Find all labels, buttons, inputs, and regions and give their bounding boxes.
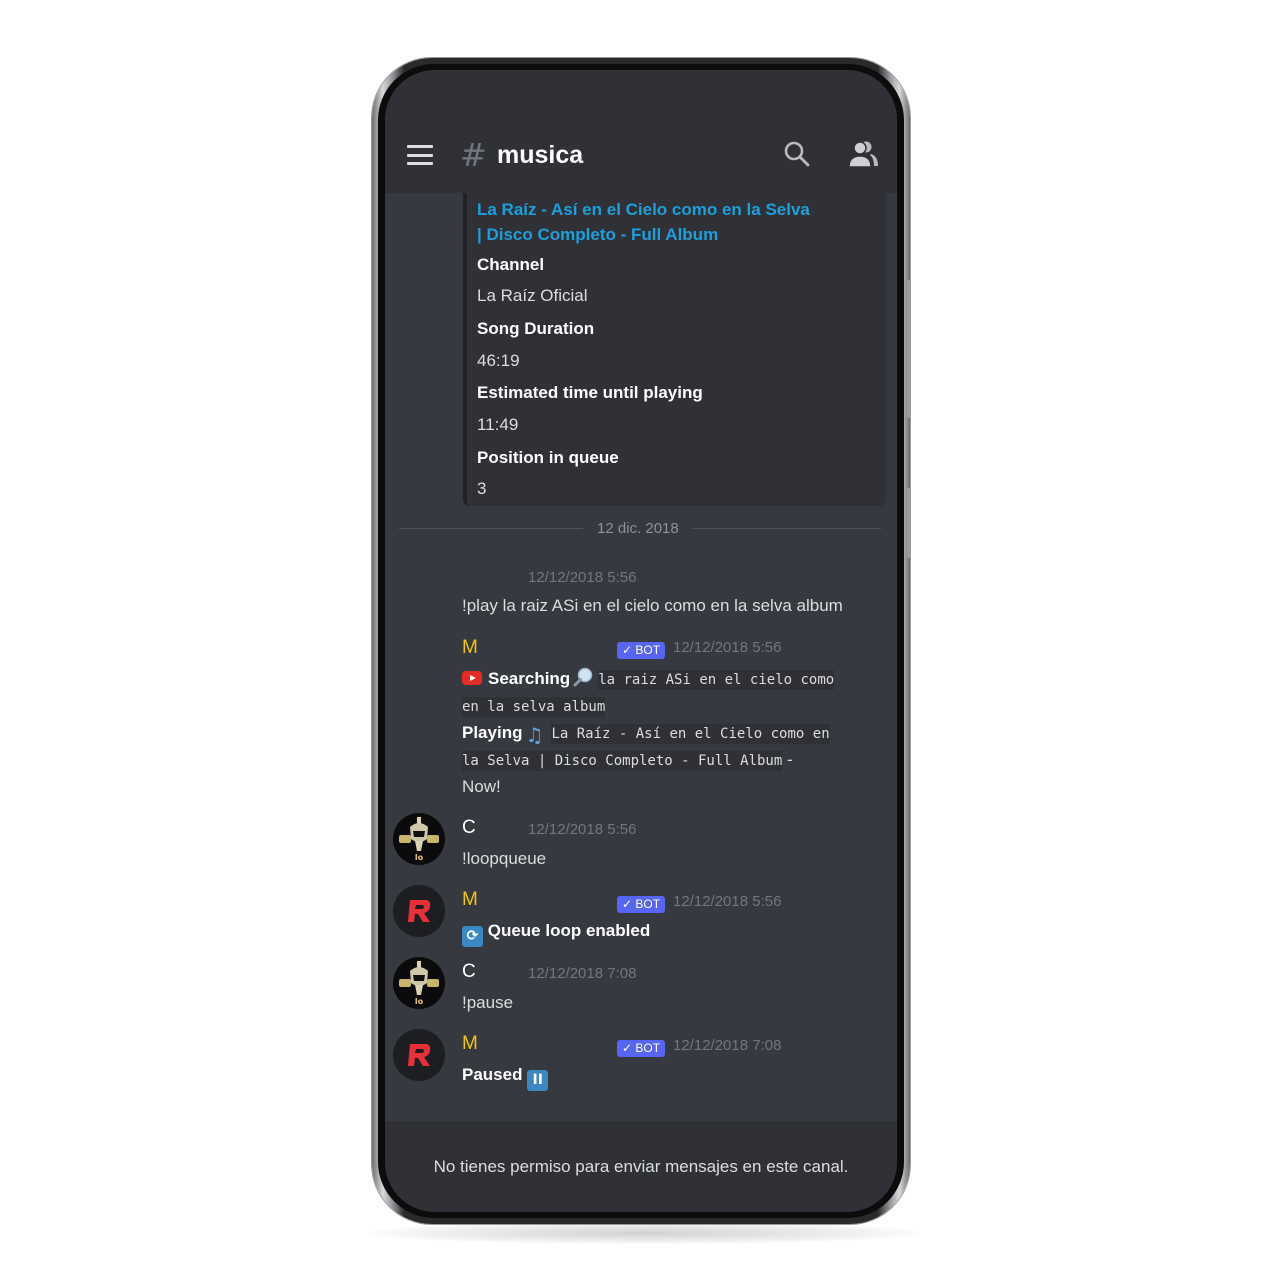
bot-tag: ✓ BOT — [617, 1040, 666, 1057]
author-name[interactable]: M — [462, 1033, 478, 1055]
bot-tag: ✓ BOT — [617, 896, 666, 913]
searching-line-2: en la selva album — [462, 692, 872, 721]
message-timestamp: 12/12/2018 5:56 — [673, 893, 782, 910]
now-label: Now! — [462, 777, 501, 796]
song-embed: La Raíz - Así en el Cielo como en la Sel… — [463, 193, 886, 506]
now-line: Now! — [462, 773, 872, 800]
playing-title-code: La Raíz - Así en el Cielo como en — [551, 724, 830, 744]
channel-header: # musica — [385, 70, 897, 193]
field-value-position: 3 — [477, 479, 487, 498]
message-text: Queue loop enabled — [487, 921, 651, 940]
embed-title-line1[interactable]: La Raíz - Así en el Cielo como en la Sel… — [477, 197, 817, 222]
message-text-line: Paused II — [462, 1064, 549, 1091]
date-divider-label: 12 dic. 2018 — [583, 519, 693, 538]
musical-notes-icon: ♫ — [525, 723, 544, 747]
pause-icon: II — [527, 1070, 549, 1091]
no-permission-notice: No tienes permiso para enviar mensajes e… — [433, 1157, 849, 1176]
searching-line: Searching la raiz ASi en el cielo como — [462, 665, 872, 694]
svg-text:lo: lo — [415, 853, 424, 862]
search-query-code: la raiz ASi en el cielo como — [598, 670, 835, 690]
avatar-bot-m[interactable] — [393, 1029, 445, 1081]
author-name[interactable]: M — [462, 889, 478, 911]
message-list[interactable]: La Raíz - Así en el Cielo como en la Sel… — [385, 193, 897, 1121]
channel-hash-icon: # — [460, 136, 487, 174]
field-value-eta: 11:49 — [477, 415, 519, 434]
message-timestamp: 12/12/2018 7:08 — [673, 1037, 782, 1054]
embed-title-line2[interactable]: | Disco Completo - Full Album — [477, 222, 817, 247]
field-value-channel: La Raíz Oficial — [477, 286, 588, 305]
youtube-icon — [462, 671, 482, 685]
message-text: !pause — [462, 993, 514, 1012]
channel-name[interactable]: musica — [497, 140, 583, 170]
hamburger-menu-icon[interactable] — [407, 145, 433, 165]
avatar-user-c[interactable]: lo — [393, 813, 445, 865]
message-text: !play la raiz ASi en el cielo como en la… — [462, 596, 843, 615]
searching-label: Searching — [488, 669, 571, 688]
phone-volume-button — [907, 280, 911, 418]
message-text-line: ⟳ Queue loop enabled — [462, 920, 650, 947]
message-timestamp: 12/12/2018 5:56 — [673, 639, 782, 656]
avatar-bot-m[interactable] — [393, 885, 445, 937]
message-text: Paused — [462, 1065, 523, 1084]
author-name[interactable]: C — [462, 961, 476, 983]
playing-line: Playing ♫ La Raíz - Así en el Cielo como e… — [462, 719, 872, 748]
bot-tag: ✓ BOT — [617, 642, 666, 659]
playing-line-2: la Selva | Disco Completo - Full Album - — [462, 746, 872, 775]
members-icon[interactable] — [847, 140, 879, 168]
search-icon[interactable] — [783, 140, 811, 168]
field-name-eta: Estimated time until playing — [477, 383, 703, 402]
repeat-icon: ⟳ — [462, 926, 483, 947]
message-timestamp: 12/12/2018 5:56 — [528, 821, 637, 838]
playing-title-code-2: la Selva | Disco Completo - Full Album — [462, 751, 783, 771]
avatar-user-c[interactable]: lo — [393, 957, 445, 1009]
search-query-code-2: en la selva album — [462, 697, 606, 717]
phone-power-button — [907, 488, 911, 558]
field-name-duration: Song Duration — [477, 319, 595, 338]
composer-disabled-bar: No tienes permiso para enviar mensajes e… — [385, 1121, 897, 1212]
magnifying-glass-icon — [572, 666, 594, 688]
message-text: !loopqueue — [462, 849, 547, 868]
svg-text:lo: lo — [415, 997, 424, 1006]
playing-suffix: - — [782, 750, 793, 769]
phone-shadow — [370, 1222, 920, 1244]
author-name[interactable]: M — [462, 637, 478, 659]
embed-title-link[interactable]: La Raíz - Así en el Cielo como en la Sel… — [477, 197, 817, 247]
author-name[interactable]: C — [462, 817, 476, 839]
playing-label: Playing — [462, 723, 523, 742]
message-timestamp: 12/12/2018 5:56 — [528, 569, 637, 586]
field-name-position: Position in queue — [477, 448, 619, 467]
field-name-channel: Channel — [477, 255, 545, 274]
field-value-duration: 46:19 — [477, 351, 520, 370]
message-timestamp: 12/12/2018 7:08 — [528, 965, 637, 982]
discord-screen: La Raíz - Así en el Cielo como en la Sel… — [385, 70, 897, 1212]
